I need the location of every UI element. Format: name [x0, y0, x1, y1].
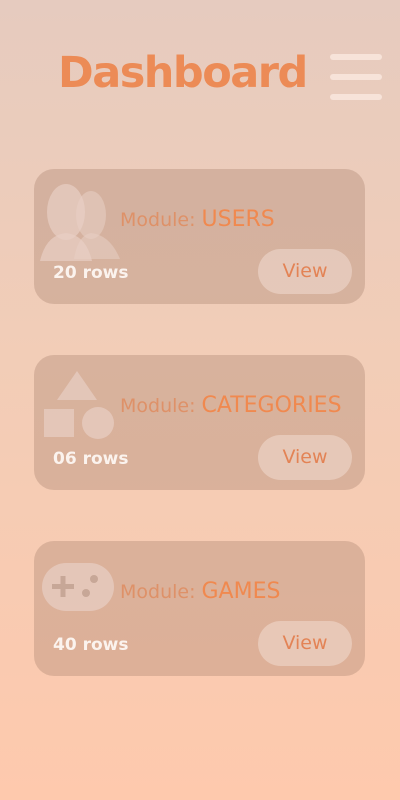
gamepad-icon: [42, 563, 114, 611]
hamburger-menu-icon[interactable]: [330, 54, 382, 102]
row-count: 40 rows: [53, 635, 129, 655]
module-label: Module: GAMES: [120, 579, 280, 604]
row-count: 20 rows: [53, 263, 129, 283]
view-games-button[interactable]: View: [258, 621, 352, 666]
view-categories-button[interactable]: View: [258, 435, 352, 480]
module-name: GAMES: [201, 579, 281, 604]
module-name: CATEGORIES: [201, 393, 342, 418]
module-prefix: Module:: [120, 581, 196, 603]
view-users-button[interactable]: View: [258, 249, 352, 294]
module-prefix: Module:: [120, 395, 196, 417]
module-label: Module: USERS: [120, 207, 275, 232]
page-title: Dashboard: [58, 48, 308, 98]
menu-bar: [330, 54, 382, 60]
menu-bar: [330, 74, 382, 80]
row-count: 06 rows: [53, 449, 129, 469]
module-prefix: Module:: [120, 209, 196, 231]
module-card-users: Module: USERS 20 rows View: [34, 169, 365, 304]
menu-bar: [330, 94, 382, 100]
module-card-games: Module: GAMES 40 rows View: [34, 541, 365, 676]
shapes-icon: [44, 371, 114, 439]
module-label: Module: CATEGORIES: [120, 393, 342, 418]
users-icon: [40, 184, 120, 261]
module-card-categories: Module: CATEGORIES 06 rows View: [34, 355, 365, 490]
module-name: USERS: [201, 207, 275, 232]
